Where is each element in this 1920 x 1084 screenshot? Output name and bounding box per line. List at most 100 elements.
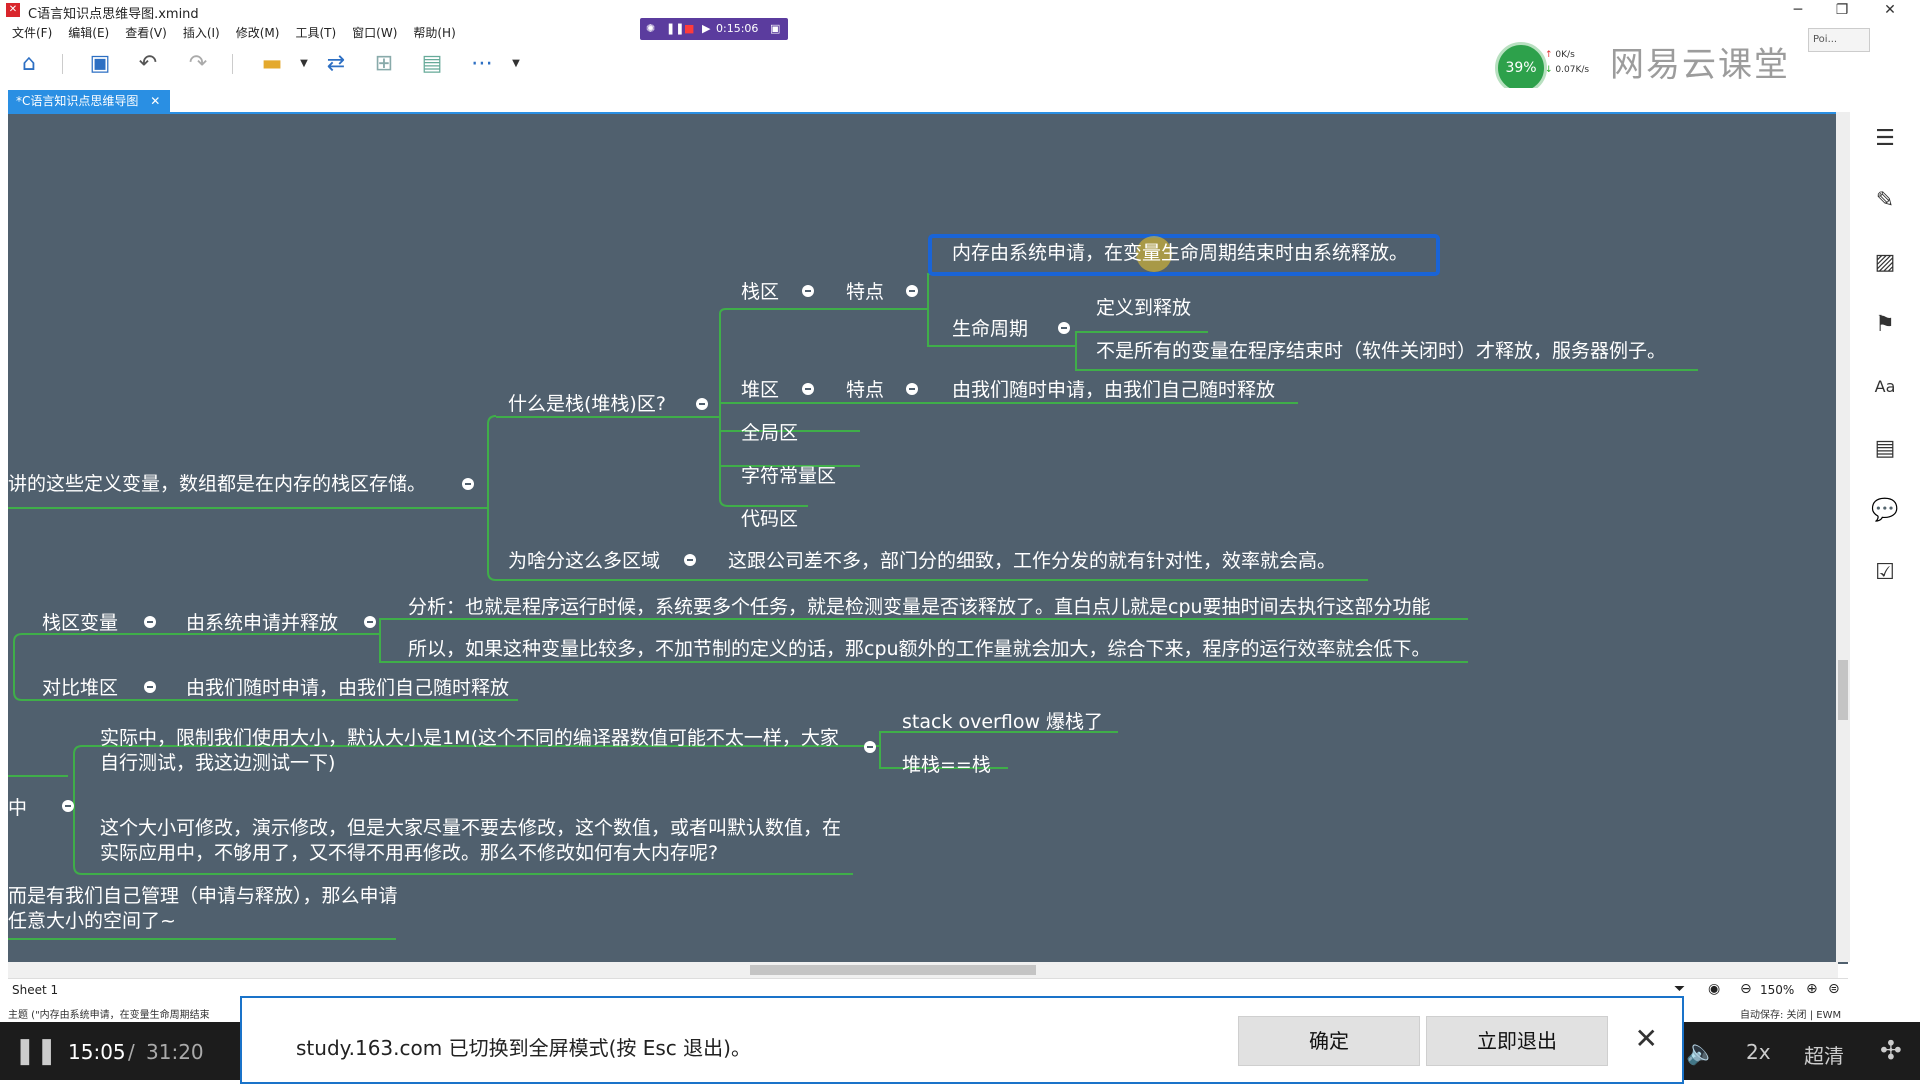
menu-modify[interactable]: 修改(M) xyxy=(236,22,280,44)
collapse-toggle[interactable] xyxy=(364,616,376,628)
vertical-scroll-thumb[interactable] xyxy=(1838,660,1848,720)
topic-icon[interactable]: ▬ xyxy=(258,50,286,78)
network-monitor[interactable]: 39% xyxy=(1495,42,1547,94)
collapse-toggle[interactable] xyxy=(864,741,876,753)
collapse-toggle[interactable] xyxy=(462,478,474,490)
horizontal-scroll-thumb[interactable] xyxy=(750,965,1036,975)
format-brush-icon[interactable]: ✎ xyxy=(1870,186,1900,216)
topic-root[interactable]: 讲的这些定义变量，数组都是在内存的栈区存储。 xyxy=(8,472,426,496)
collapse-toggle[interactable] xyxy=(906,383,918,395)
topic-memory-claim[interactable]: 内存由系统申请，在变量生命周期结束时由系统释放。 xyxy=(952,241,1408,265)
collapse-toggle[interactable] xyxy=(802,285,814,297)
undo-icon[interactable]: ↶ xyxy=(134,50,162,78)
menu-tools[interactable]: 工具(T) xyxy=(295,22,336,44)
topic-stack-var[interactable]: 栈区变量 xyxy=(42,611,118,635)
close-icon[interactable]: ✕ xyxy=(1635,1022,1658,1056)
topic-string-const[interactable]: 字符常量区 xyxy=(741,464,836,488)
zoom-in-icon[interactable]: ⊕ xyxy=(1806,981,1818,997)
chevron-down-icon[interactable]: ▼ xyxy=(290,50,318,78)
topic-analysis[interactable]: 分析：也就是程序运行时候，系统要多个任务，就是检测变量是否该释放了。直白点儿就是… xyxy=(408,595,1431,619)
topic-what-stack[interactable]: 什么是栈(堆栈)区? xyxy=(508,392,666,416)
task-icon[interactable]: ☑ xyxy=(1870,558,1900,588)
relationship-icon[interactable]: ⇄ xyxy=(322,50,350,78)
filter-icon[interactable]: ⏷ xyxy=(1674,981,1685,997)
topic-feature[interactable]: 特点 xyxy=(846,378,884,402)
eye-icon[interactable]: ◉ xyxy=(1708,981,1720,997)
save-icon[interactable]: ▣ xyxy=(86,50,114,78)
menu-help[interactable]: 帮助(H) xyxy=(413,22,455,44)
boundary-icon[interactable]: ▤ xyxy=(418,50,446,78)
close-button[interactable]: ✕ xyxy=(1868,0,1912,22)
topic-code[interactable]: 代码区 xyxy=(741,507,798,531)
marker-flag-icon[interactable]: ⚑ xyxy=(1870,310,1900,340)
topic-self-manage[interactable]: 而是有我们自己管理（申请与释放），那么申请任意大小的空间了~ xyxy=(8,884,398,934)
image-icon[interactable]: ▨ xyxy=(1870,248,1900,278)
branch-line xyxy=(368,618,1468,635)
restore-button[interactable]: ❐ xyxy=(1820,0,1864,22)
topic-overflow[interactable]: stack overflow 爆栈了 xyxy=(902,710,1103,734)
collapse-toggle[interactable] xyxy=(62,800,74,812)
comment-icon[interactable]: 💬 xyxy=(1870,496,1900,526)
arrow-up-icon: ↑ xyxy=(1545,50,1553,60)
minimize-button[interactable]: ─ xyxy=(1776,0,1820,22)
topic-company[interactable]: 这跟公司差不多，部门分的细致，工作分发的就有针对性，效率就会高。 xyxy=(728,549,1336,573)
menu-view[interactable]: 查看(V) xyxy=(125,22,167,44)
screen-recorder[interactable]: ✺ ❚❚ ■ ▶ 0:15:06 ▣ xyxy=(640,18,788,40)
menu-edit[interactable]: 编辑(E) xyxy=(68,22,109,44)
topic-modify[interactable]: 这个大小可修改，演示修改，但是大家尽量不要去修改，这个数值，或者叫默认数值，在实… xyxy=(100,816,850,866)
topic-feature[interactable]: 特点 xyxy=(846,280,884,304)
topic-why-regions[interactable]: 为啥分这么多区域 xyxy=(508,549,660,573)
stop-icon[interactable]: ■ xyxy=(684,22,694,36)
notes-icon[interactable]: ▤ xyxy=(1870,434,1900,464)
redo-icon[interactable]: ↷ xyxy=(184,50,212,78)
topic-heapstack[interactable]: 堆栈==栈 xyxy=(902,753,991,777)
collapse-toggle[interactable] xyxy=(1058,322,1070,334)
vertical-scrollbar[interactable] xyxy=(1836,112,1850,962)
collapse-toggle[interactable] xyxy=(906,285,918,297)
topic-actual[interactable]: 实际中，限制我们使用大小，默认大小是1M(这个不同的编译器数值可能不太一样，大家… xyxy=(100,726,850,776)
topic-mid[interactable]: 中 xyxy=(8,796,27,820)
corner-panel[interactable]: Poi... xyxy=(1808,28,1870,52)
quality-selector[interactable]: 超清 xyxy=(1804,1040,1844,1069)
zoom-out-icon[interactable]: ⊖ xyxy=(1740,981,1752,997)
mindmap-canvas[interactable]: 内存由系统申请，在变量生命周期结束时由系统释放。 栈区 特点 生命周期 定义到释… xyxy=(8,112,1848,964)
close-icon[interactable]: ✕ xyxy=(150,94,160,108)
topic-global[interactable]: 全局区 xyxy=(741,421,798,445)
home-icon[interactable]: ⌂ xyxy=(15,50,43,78)
pause-icon[interactable]: ❚❚ xyxy=(666,22,684,36)
collapse-toggle[interactable] xyxy=(802,383,814,395)
confirm-button[interactable]: 确定 xyxy=(1238,1016,1420,1066)
pause-icon[interactable]: ❚❚ xyxy=(14,1036,58,1066)
text-style-icon[interactable]: Aa xyxy=(1870,372,1900,402)
topic-therefore[interactable]: 所以，如果这种变量比较多，不加节制的定义的话，那cpu额外的工作量就会加大，综合… xyxy=(408,637,1431,661)
more-icon[interactable]: ⋯ xyxy=(468,50,496,78)
collapse-toggle[interactable] xyxy=(144,616,156,628)
topic-heap-desc[interactable]: 由我们随时申请，由我们自己随时释放 xyxy=(952,378,1275,402)
topic-def-release[interactable]: 定义到释放 xyxy=(1096,296,1191,320)
topic-compare-heap[interactable]: 对比堆区 xyxy=(42,676,118,700)
chevron-down-icon[interactable]: ▼ xyxy=(502,50,530,78)
topic-stack[interactable]: 栈区 xyxy=(741,280,779,304)
playback-speed[interactable]: 2x xyxy=(1746,1040,1771,1064)
menu-window[interactable]: 窗口(W) xyxy=(352,22,397,44)
exit-now-button[interactable]: 立即退出 xyxy=(1426,1016,1608,1066)
menu-file[interactable]: 文件(F) xyxy=(12,22,52,44)
topic-lifecycle[interactable]: 生命周期 xyxy=(952,317,1028,341)
collapse-toggle[interactable] xyxy=(696,398,708,410)
collapse-toggle[interactable] xyxy=(684,554,696,566)
exit-fullscreen-icon[interactable]: ✣ xyxy=(1880,1036,1902,1066)
collapse-toggle[interactable] xyxy=(144,681,156,693)
volume-icon[interactable]: 🔈 xyxy=(1686,1038,1716,1066)
topic-heap-desc2[interactable]: 由我们随时申请，由我们自己随时释放 xyxy=(186,676,509,700)
structure-icon[interactable]: ⊞ xyxy=(370,50,398,78)
tab-document[interactable]: *C语言知识点思维导图 ✕ xyxy=(8,90,171,112)
recorder-menu-icon[interactable]: ▣ xyxy=(770,22,780,36)
topic-sys-apply[interactable]: 由系统申请并释放 xyxy=(186,611,338,635)
topic-heap[interactable]: 堆区 xyxy=(741,378,779,402)
sheet-tab[interactable]: Sheet 1 xyxy=(12,983,58,997)
topic-not-all[interactable]: 不是所有的变量在程序结束时（软件关闭时）才释放，服务器例子。 xyxy=(1096,339,1666,363)
menu-insert[interactable]: 插入(I) xyxy=(183,22,220,44)
play-icon[interactable]: ▶ xyxy=(702,22,710,36)
fit-icon[interactable]: ⊜ xyxy=(1828,981,1840,997)
outline-icon[interactable]: ☰ xyxy=(1870,124,1900,154)
